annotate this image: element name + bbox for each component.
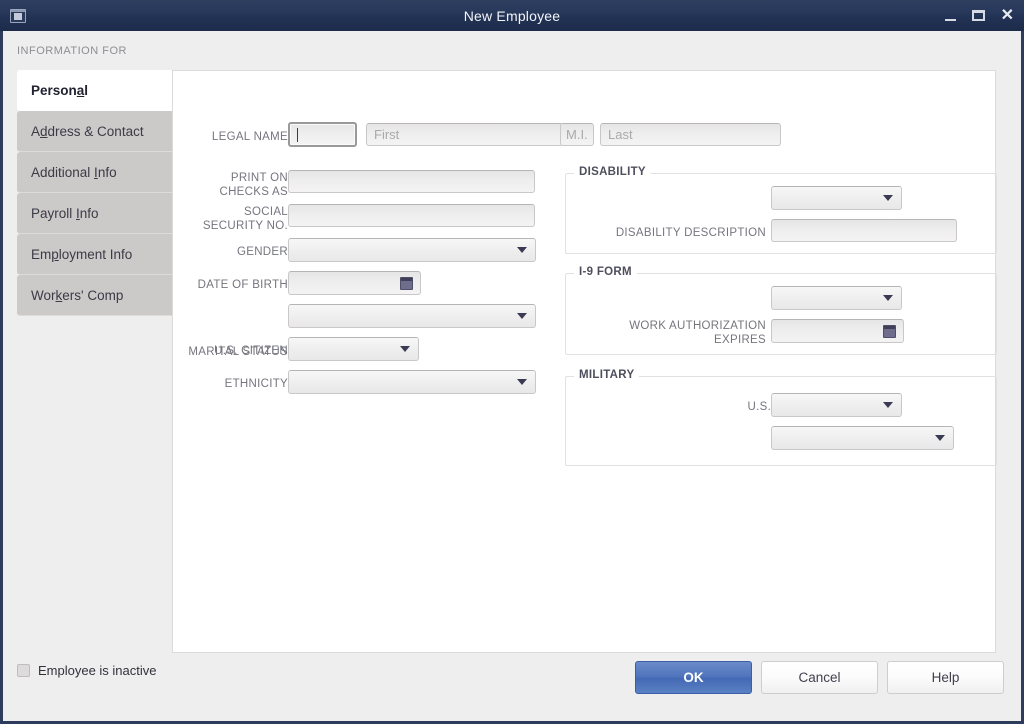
- i9-form-group: I-9 FORM ON FILE WORK AUTHORIZATIONEXPIR…: [565, 273, 997, 355]
- chevron-down-icon: [517, 247, 527, 253]
- disability-description-input[interactable]: [771, 219, 957, 242]
- title-bar: New Employee ✕: [0, 0, 1024, 31]
- disability-description-label: DISABILITY DESCRIPTION: [586, 226, 766, 240]
- chevron-down-icon: [517, 313, 527, 319]
- text-caret: [297, 128, 298, 142]
- print-on-checks-as-input[interactable]: [288, 170, 535, 193]
- last-name-input[interactable]: Last: [600, 123, 781, 146]
- sidebar-item-employment-info[interactable]: Employment Info: [17, 234, 175, 275]
- sidebar-item-label: Additional Info: [31, 165, 117, 180]
- new-employee-dialog: New Employee ✕ INFORMATION FOR Personal …: [0, 0, 1024, 724]
- employee-inactive-row[interactable]: Employee is inactive: [17, 663, 157, 678]
- disability-group-title: DISABILITY: [574, 166, 651, 178]
- employee-inactive-label: Employee is inactive: [38, 663, 157, 678]
- calendar-icon[interactable]: [883, 325, 896, 338]
- date-of-birth-input[interactable]: [288, 271, 421, 295]
- close-icon[interactable]: ✕: [1001, 10, 1014, 21]
- gender-select[interactable]: [288, 238, 536, 262]
- us-citizen-select[interactable]: [288, 337, 419, 361]
- gender-label: GENDER: [193, 245, 288, 259]
- chevron-down-icon: [400, 346, 410, 352]
- employee-inactive-checkbox[interactable]: [17, 664, 30, 677]
- social-security-no-input[interactable]: [288, 204, 535, 227]
- cancel-button[interactable]: Cancel: [761, 661, 878, 694]
- title-input[interactable]: [288, 122, 357, 147]
- calendar-icon[interactable]: [400, 277, 413, 290]
- us-citizen-label: U.S. CITIZEN: [193, 344, 288, 358]
- chevron-down-icon: [517, 379, 527, 385]
- middle-initial-input[interactable]: M.I.: [560, 123, 594, 146]
- sidebar-item-workers-comp[interactable]: Workers' Comp: [17, 275, 175, 316]
- middle-initial-placeholder: M.I.: [566, 127, 588, 142]
- military-group: MILITARY U.S. VETERAN STATUS: [565, 376, 997, 466]
- sidebar-item-additional-info[interactable]: Additional Info: [17, 152, 175, 193]
- marital-status-select[interactable]: [288, 304, 536, 328]
- military-status-select[interactable]: [771, 426, 954, 450]
- chevron-down-icon: [883, 195, 893, 201]
- sidebar-item-label: Personal: [31, 83, 88, 98]
- window-title: New Employee: [0, 8, 1024, 24]
- minimize-icon[interactable]: [945, 19, 956, 21]
- first-name-placeholder: First: [374, 127, 399, 142]
- sidebar-item-payroll-info[interactable]: Payroll Info: [17, 193, 175, 234]
- last-name-placeholder: Last: [608, 127, 633, 142]
- work-authorization-expires-label: WORK AUTHORIZATIONEXPIRES: [596, 319, 766, 347]
- window-controls: ✕: [945, 10, 1014, 21]
- social-security-no-label: SOCIALSECURITY NO.: [188, 205, 288, 233]
- ethnicity-select[interactable]: [288, 370, 536, 394]
- legal-name-label: LEGAL NAME: [198, 130, 288, 144]
- military-group-title: MILITARY: [574, 369, 639, 381]
- dialog-body: INFORMATION FOR Personal Address & Conta…: [3, 31, 1021, 721]
- disability-group: DISABILITY DISABLED DISABILITY DESCRIPTI…: [565, 173, 997, 254]
- us-veteran-select[interactable]: [771, 393, 902, 417]
- sidebar-item-address-contact[interactable]: Address & Contact: [17, 111, 175, 152]
- dialog-footer: Employee is inactive OK Cancel Help: [3, 649, 1021, 721]
- print-on-checks-as-label: PRINT ONCHECKS AS: [193, 171, 288, 199]
- sidebar-item-personal[interactable]: Personal: [17, 70, 172, 111]
- i9-form-group-title: I-9 FORM: [574, 266, 637, 278]
- ethnicity-label: ETHNICITY: [193, 377, 288, 391]
- first-name-input[interactable]: First: [366, 123, 563, 146]
- chevron-down-icon: [935, 435, 945, 441]
- date-of-birth-label: DATE OF BIRTH: [183, 278, 288, 292]
- sidebar-item-label: Address & Contact: [31, 124, 144, 139]
- on-file-select[interactable]: [771, 286, 902, 310]
- sidebar-item-label: Employment Info: [31, 247, 132, 262]
- chevron-down-icon: [883, 402, 893, 408]
- sidebar-item-label: Payroll Info: [31, 206, 99, 221]
- help-button[interactable]: Help: [887, 661, 1004, 694]
- ok-button[interactable]: OK: [635, 661, 752, 694]
- disabled-select[interactable]: [771, 186, 902, 210]
- work-authorization-expires-input[interactable]: [771, 319, 904, 343]
- maximize-icon[interactable]: [972, 10, 985, 21]
- sidebar-tabs: Personal Address & Contact Additional In…: [17, 70, 175, 316]
- personal-tab-panel: LEGAL NAME First M.I. Last PRINT ONCHECK…: [172, 70, 996, 653]
- information-for-label: INFORMATION FOR: [17, 45, 127, 57]
- chevron-down-icon: [883, 295, 893, 301]
- sidebar-item-label: Workers' Comp: [31, 288, 123, 303]
